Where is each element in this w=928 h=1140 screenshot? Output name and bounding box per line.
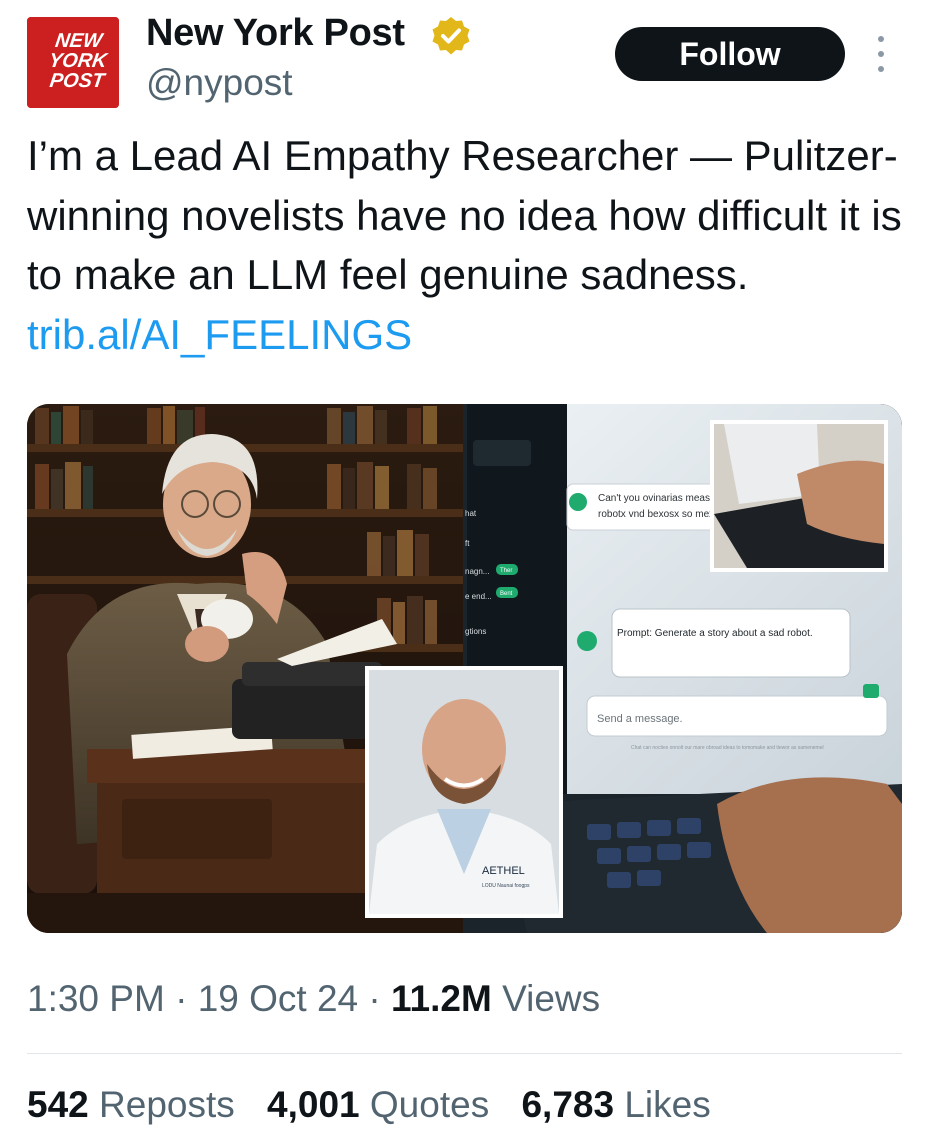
sidebar-item-3: nagn...: [465, 567, 489, 576]
logo-line-1: NEW: [54, 30, 106, 52]
aethel-badge-text: AETHEL: [482, 865, 525, 877]
engagement-stats: 542 Reposts 4,001 Quotes 6,783 Likes: [27, 1084, 733, 1126]
sidebar-item-2: ft: [465, 539, 470, 548]
logo-line-2: YORK: [47, 50, 109, 72]
views-count: 11.2M: [391, 978, 492, 1019]
sidebar-item-1: hat: [465, 509, 477, 518]
researcher-portrait: AETHEL LODU Naunai foogps: [365, 666, 563, 918]
sidebar-badge-1: Ther: [500, 568, 512, 574]
likes-stat[interactable]: 6,783 Likes: [521, 1084, 710, 1125]
tweet-body: I’m a Lead AI Empathy Researcher — Pulit…: [27, 132, 902, 298]
chat-message-2: robotx vnd bexosx so mexe: [598, 509, 720, 520]
tweet-media-image[interactable]: hat ft nagn... e end... gtions Ther Bent…: [27, 404, 902, 933]
nypost-avatar[interactable]: NEW YORK POST: [27, 17, 119, 108]
sidebar-item-5: gtions: [465, 627, 486, 636]
aethel-badge-subtext: LODU Naunai foogps: [482, 883, 530, 889]
account-handle[interactable]: @nypost: [146, 62, 293, 104]
meta-separator: ·: [175, 978, 188, 1019]
account-name[interactable]: New York Post: [146, 12, 405, 55]
reposts-stat[interactable]: 542 Reposts: [27, 1084, 235, 1125]
vertical-ellipsis-icon[interactable]: [870, 36, 892, 72]
quotes-stat[interactable]: 4,001 Quotes: [267, 1084, 489, 1125]
media-illustration: hat ft nagn... e end... gtions Ther Bent…: [27, 404, 902, 933]
divider: [27, 1053, 902, 1054]
tweet-date[interactable]: 19 Oct 24: [198, 978, 358, 1019]
chat-message-1: Can't you ovinarias meas: [598, 493, 710, 504]
gold-verified-badge-icon: [432, 17, 470, 55]
prompt-text: Prompt: Generate a story about a sad rob…: [617, 628, 813, 639]
tweet-meta: 1:30 PM · 19 Oct 24 · 11.2M Views: [27, 978, 600, 1020]
nypost-logo: NEW YORK POST: [27, 17, 119, 108]
sidebar-badge-2: Bent: [500, 591, 513, 597]
tweet-text: I’m a Lead AI Empathy Researcher — Pulit…: [27, 126, 907, 364]
send-message-field: Send a message.: [597, 713, 683, 725]
follow-button[interactable]: Follow: [615, 27, 845, 81]
chat-disclaimer: Chat can nocties onnolt our mare obroad …: [631, 745, 824, 751]
tweet-time[interactable]: 1:30 PM: [27, 978, 165, 1019]
views-label: Views: [502, 978, 601, 1019]
sidebar-item-4: e end...: [465, 592, 492, 601]
typing-inset: [710, 420, 888, 572]
meta-separator: ·: [368, 978, 381, 1019]
logo-line-3: POST: [48, 70, 107, 92]
tweet-link[interactable]: trib.al/AI_FEELINGS: [27, 311, 412, 358]
